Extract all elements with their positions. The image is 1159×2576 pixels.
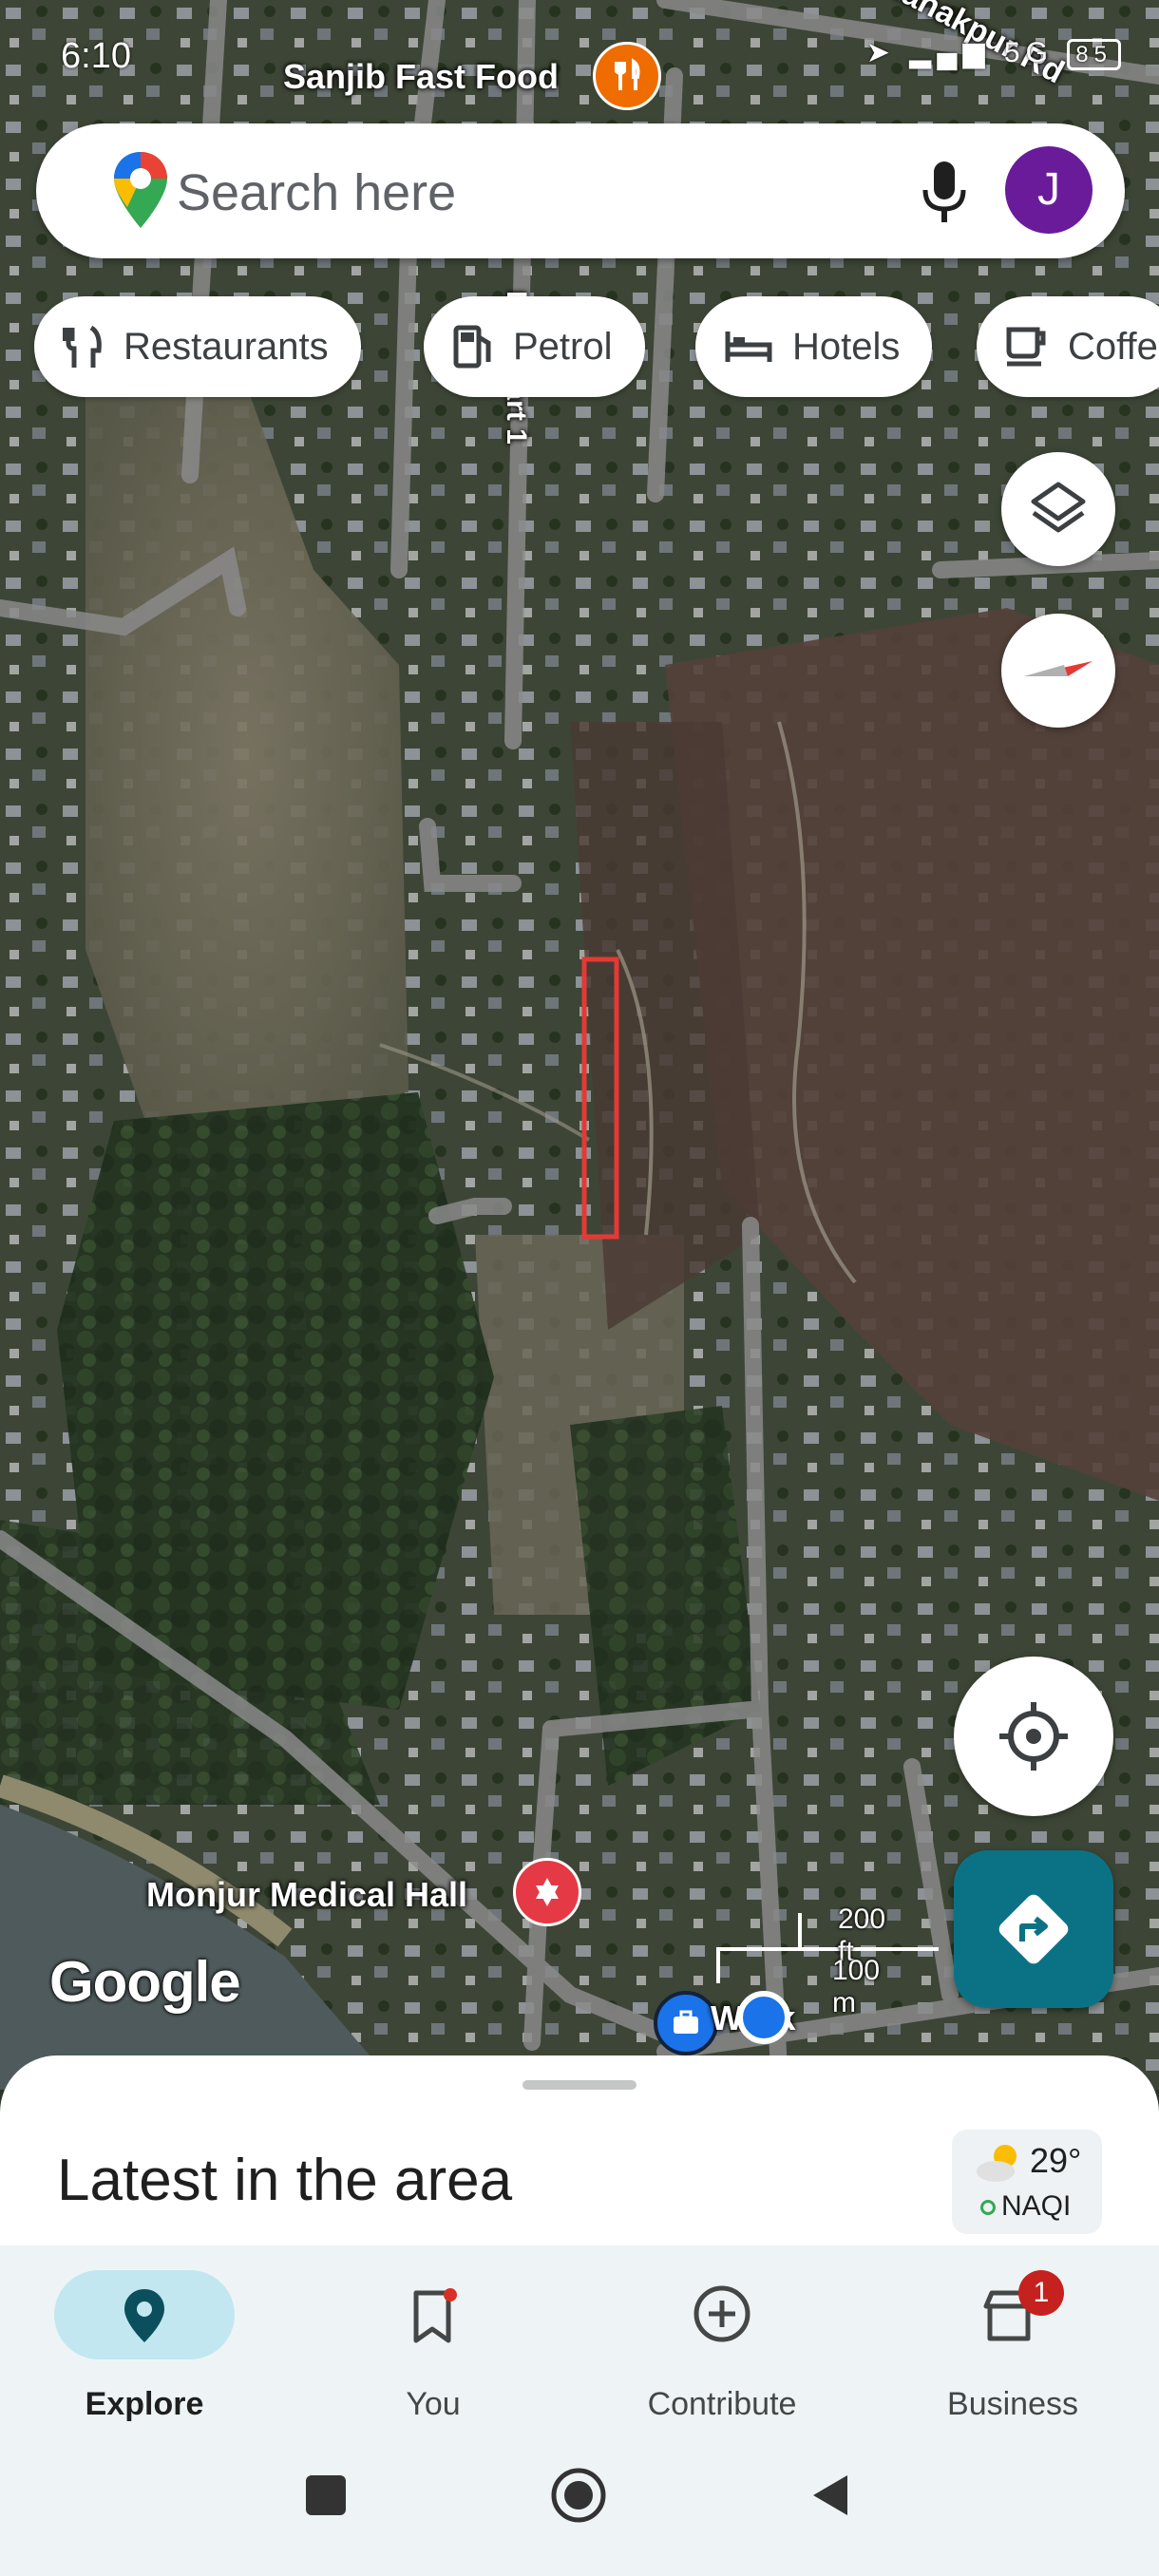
nav-label-contribute: Contribute bbox=[647, 2386, 797, 2422]
medical-pin-icon[interactable] bbox=[513, 1858, 581, 1926]
network-type: 5G bbox=[1003, 37, 1054, 68]
sheet-drag-handle[interactable] bbox=[522, 2080, 636, 2090]
status-bar: 6:10 ➤ ▂▄▆ 5G 85 bbox=[0, 0, 1159, 114]
bookmark-icon bbox=[413, 2288, 457, 2343]
chip-petrol[interactable]: Petrol bbox=[424, 296, 645, 397]
active-indicator bbox=[54, 2270, 235, 2359]
signal-icon: ▂▄▆ bbox=[909, 37, 991, 68]
chip-restaurants[interactable]: Restaurants bbox=[34, 296, 361, 397]
poi-label-medical[interactable]: Monjur Medical Hall bbox=[146, 1875, 467, 1915]
coffee-icon bbox=[1006, 327, 1046, 367]
partly-cloudy-icon bbox=[977, 2145, 1016, 2182]
aqi-label: NAQI bbox=[1001, 2190, 1072, 2222]
chip-hotels[interactable]: Hotels bbox=[695, 296, 933, 397]
scale-metric: 100 m bbox=[832, 1955, 881, 2018]
chip-label: Petrol bbox=[513, 325, 613, 368]
nav-label-explore: Explore bbox=[85, 2386, 204, 2422]
chip-coffee[interactable]: Coffee bbox=[977, 296, 1159, 397]
add-circle-icon bbox=[694, 2285, 750, 2342]
google-maps-pin-icon bbox=[114, 152, 167, 228]
nav-you[interactable]: You bbox=[319, 2270, 547, 2422]
status-icons: ➤ ▂▄▆ 5G 85 bbox=[865, 36, 1121, 70]
bed-icon bbox=[725, 331, 772, 362]
home-button-icon[interactable] bbox=[549, 2466, 608, 2525]
chip-label: Coffee bbox=[1068, 325, 1159, 368]
aqi-status-icon bbox=[980, 2200, 996, 2215]
weather-chip[interactable]: 29° NAQI bbox=[952, 2130, 1102, 2234]
fuel-icon bbox=[453, 325, 491, 369]
layers-button[interactable] bbox=[1001, 452, 1115, 566]
directions-icon bbox=[998, 1894, 1069, 1964]
location-arrow-icon: ➤ bbox=[865, 37, 896, 68]
bottom-navigation: Explore You Contribute 1 Business bbox=[0, 2245, 1159, 2435]
search-input[interactable]: Search here bbox=[177, 163, 456, 222]
nav-explore[interactable]: Explore bbox=[30, 2270, 258, 2422]
nav-label-business: Business bbox=[947, 2386, 1078, 2422]
weather-temperature: 29° bbox=[1030, 2141, 1082, 2180]
business-badge: 1 bbox=[1018, 2270, 1064, 2316]
account-avatar[interactable]: J bbox=[1005, 146, 1092, 234]
nav-business[interactable]: 1 Business bbox=[899, 2270, 1127, 2422]
google-logo: Google bbox=[49, 1950, 241, 2014]
sheet-title: Latest in the area bbox=[57, 2148, 513, 2213]
layers-icon bbox=[1031, 482, 1086, 533]
recents-button-icon[interactable] bbox=[306, 2475, 346, 2515]
work-briefcase-icon[interactable] bbox=[654, 1991, 718, 2055]
system-navigation-bar bbox=[0, 2435, 1159, 2576]
status-time: 6:10 bbox=[61, 36, 131, 76]
nav-contribute[interactable]: Contribute bbox=[608, 2270, 836, 2422]
bottom-sheet[interactable]: Latest in the area 29° NAQI bbox=[0, 2055, 1159, 2245]
nav-label-you: You bbox=[406, 2386, 461, 2422]
location-pin-icon bbox=[124, 2289, 164, 2342]
chip-label: Restaurants bbox=[124, 325, 329, 368]
battery-icon: 85 bbox=[1067, 39, 1121, 70]
my-location-button[interactable] bbox=[954, 1657, 1113, 1816]
directions-button[interactable] bbox=[954, 1850, 1113, 2008]
my-location-dot bbox=[737, 1991, 790, 2044]
chip-label: Hotels bbox=[792, 325, 901, 368]
mic-icon[interactable] bbox=[916, 158, 973, 226]
crosshair-icon bbox=[999, 1702, 1068, 1771]
back-button-icon[interactable] bbox=[809, 2472, 851, 2519]
fork-knife-icon bbox=[63, 325, 102, 368]
compass-icon bbox=[1024, 661, 1092, 676]
search-bar[interactable]: Search here J bbox=[36, 123, 1125, 258]
compass-button[interactable] bbox=[1001, 614, 1115, 728]
